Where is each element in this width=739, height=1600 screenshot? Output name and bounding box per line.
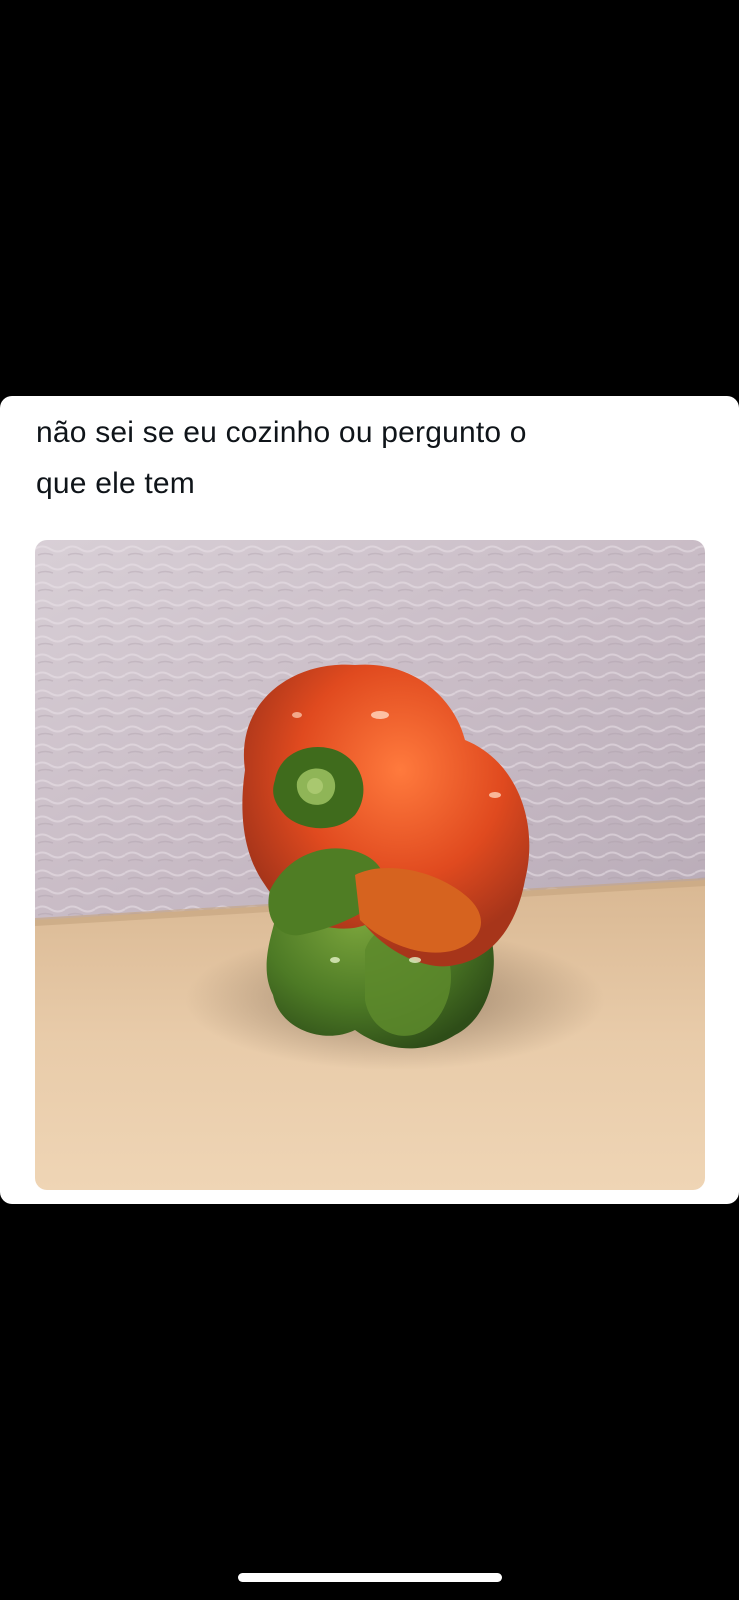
- post-image[interactable]: [35, 540, 705, 1190]
- home-indicator[interactable]: [238, 1573, 502, 1582]
- pepper-photo-icon: [35, 540, 705, 1190]
- screen: não sei se eu cozinho ou pergunto o que …: [0, 0, 739, 1600]
- post-text: não sei se eu cozinho ou pergunto o que …: [36, 416, 527, 500]
